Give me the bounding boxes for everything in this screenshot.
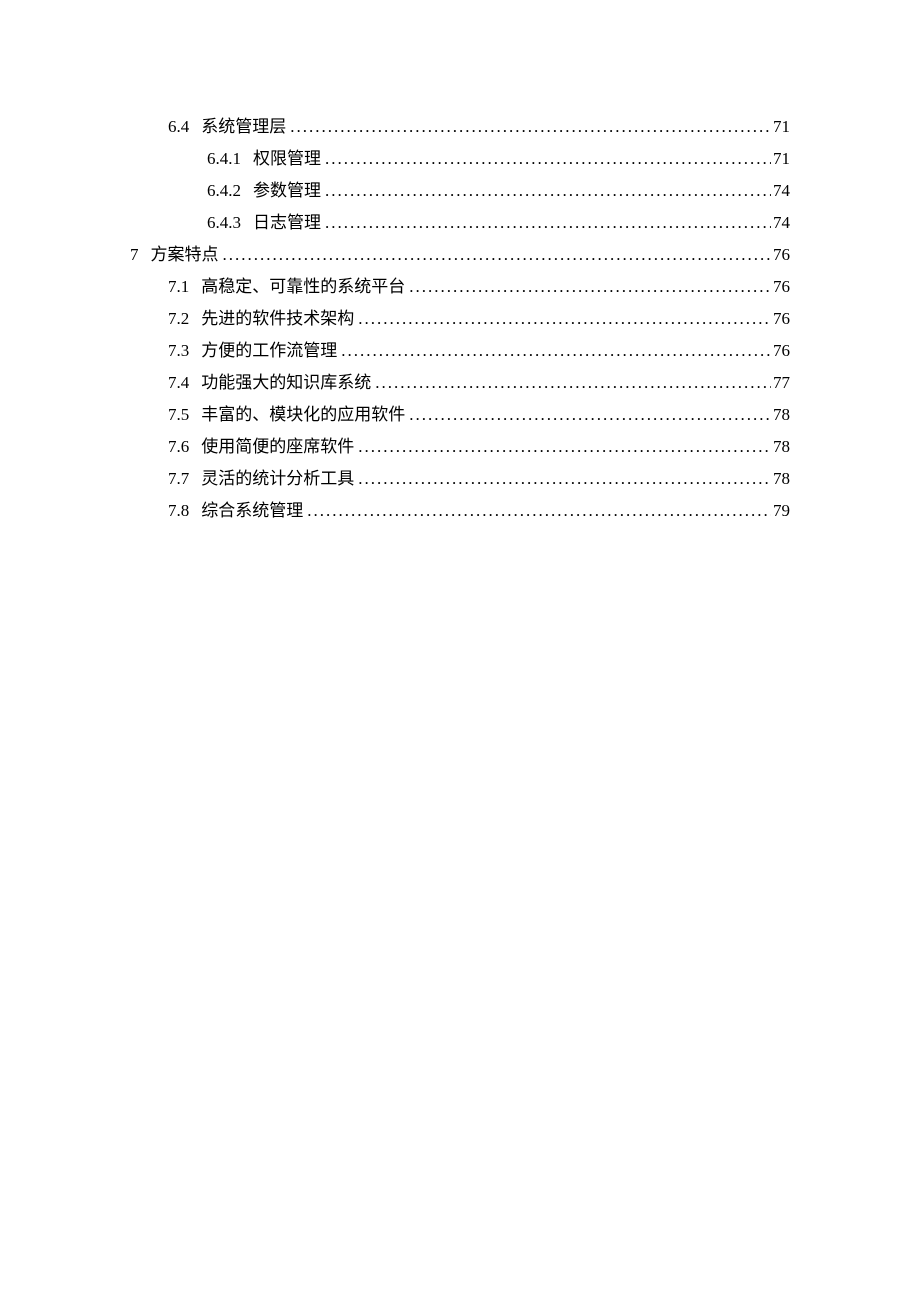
toc-page: 74	[773, 213, 790, 233]
toc-number: 7.1	[168, 277, 189, 297]
toc-title: 日志管理	[253, 208, 321, 233]
toc-page: 78	[773, 405, 790, 425]
toc-entry: 6.4.1 权限管理 71	[130, 144, 790, 169]
toc-title: 功能强大的知识库系统	[201, 368, 371, 393]
toc-dots	[325, 149, 771, 169]
toc-title: 系统管理层	[201, 112, 286, 137]
toc-title: 先进的软件技术架构	[201, 304, 354, 329]
toc-entry: 7.5 丰富的、模块化的应用软件 78	[130, 400, 790, 425]
toc-dots	[358, 437, 771, 457]
toc-number: 7.3	[168, 341, 189, 361]
toc-dots	[290, 117, 771, 137]
toc-dots	[341, 341, 771, 361]
toc-title: 使用简便的座席软件	[201, 432, 354, 457]
toc-title: 丰富的、模块化的应用软件	[201, 400, 405, 425]
toc-dots	[409, 277, 771, 297]
toc-number: 7.4	[168, 373, 189, 393]
toc-title: 高稳定、可靠性的系统平台	[201, 272, 405, 297]
toc-entry: 7 方案特点 76	[130, 240, 790, 265]
toc-entry: 6.4.2 参数管理 74	[130, 176, 790, 201]
toc-page: 71	[773, 117, 790, 137]
toc-number: 7.5	[168, 405, 189, 425]
toc-number: 7	[130, 245, 139, 265]
toc-title: 方案特点	[151, 240, 219, 265]
toc-entry: 6.4 系统管理层 71	[130, 112, 790, 137]
toc-title: 综合系统管理	[201, 496, 303, 521]
toc-entry: 7.2 先进的软件技术架构 76	[130, 304, 790, 329]
toc-page: 76	[773, 277, 790, 297]
toc-title: 权限管理	[253, 144, 321, 169]
toc-dots	[223, 245, 772, 265]
toc-number: 6.4.1	[207, 149, 241, 169]
toc-title: 灵活的统计分析工具	[201, 464, 354, 489]
toc-entry: 7.3 方便的工作流管理 76	[130, 336, 790, 361]
table-of-contents: 6.4 系统管理层 71 6.4.1 权限管理 71 6.4.2 参数管理 74 6.4.3 日志管…	[130, 112, 790, 521]
toc-entry: 7.7 灵活的统计分析工具 78	[130, 464, 790, 489]
toc-dots	[358, 309, 771, 329]
toc-number: 6.4.2	[207, 181, 241, 201]
toc-entry: 6.4.3 日志管理 74	[130, 208, 790, 233]
toc-page: 77	[773, 373, 790, 393]
toc-number: 7.6	[168, 437, 189, 457]
toc-entry: 7.1 高稳定、可靠性的系统平台 76	[130, 272, 790, 297]
toc-title: 参数管理	[253, 176, 321, 201]
toc-dots	[358, 469, 771, 489]
toc-entry: 7.6 使用简便的座席软件 78	[130, 432, 790, 457]
toc-page: 79	[773, 501, 790, 521]
toc-dots	[307, 501, 771, 521]
toc-entry: 7.8 综合系统管理 79	[130, 496, 790, 521]
toc-number: 7.8	[168, 501, 189, 521]
toc-dots	[375, 373, 771, 393]
toc-page: 76	[773, 341, 790, 361]
toc-number: 6.4.3	[207, 213, 241, 233]
toc-page: 71	[773, 149, 790, 169]
toc-number: 7.2	[168, 309, 189, 329]
toc-page: 76	[773, 309, 790, 329]
toc-page: 76	[773, 245, 790, 265]
toc-number: 6.4	[168, 117, 189, 137]
toc-dots	[325, 181, 771, 201]
toc-page: 78	[773, 437, 790, 457]
toc-title: 方便的工作流管理	[201, 336, 337, 361]
toc-number: 7.7	[168, 469, 189, 489]
toc-page: 78	[773, 469, 790, 489]
toc-page: 74	[773, 181, 790, 201]
toc-dots	[409, 405, 771, 425]
toc-entry: 7.4 功能强大的知识库系统 77	[130, 368, 790, 393]
toc-dots	[325, 213, 771, 233]
